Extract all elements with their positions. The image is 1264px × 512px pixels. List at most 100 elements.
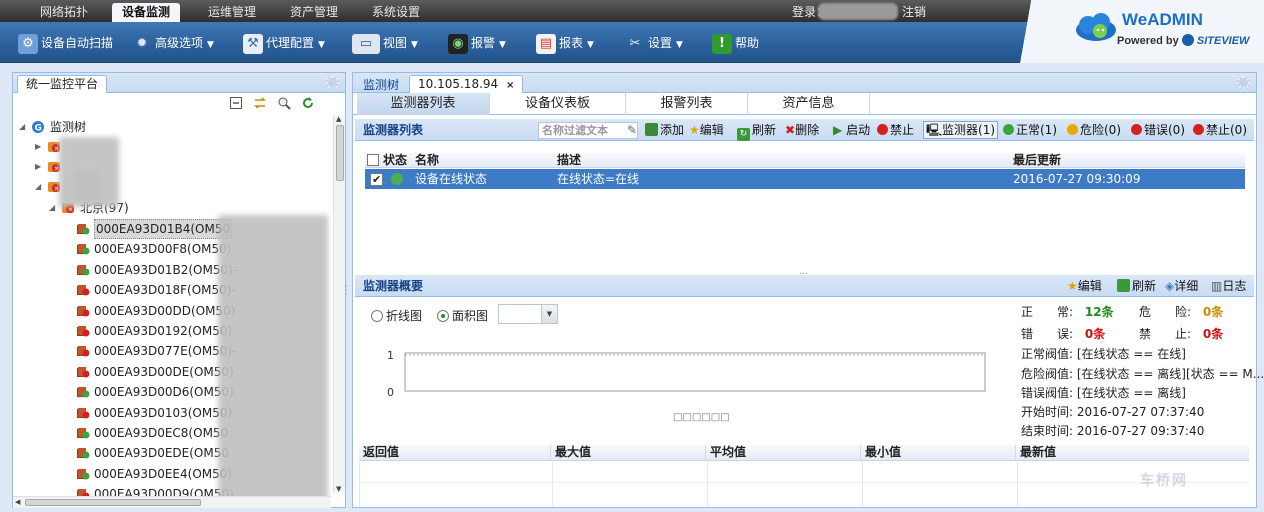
panel-splitter[interactable]: · · ·: [345, 283, 349, 299]
device-error-icon: [75, 324, 90, 338]
tab-asset-info[interactable]: 资产信息: [748, 93, 870, 115]
stat-error-value: 0条: [1084, 327, 1106, 341]
add-button[interactable]: 添加: [645, 119, 684, 141]
panel-settings-icon[interactable]: [1237, 76, 1250, 89]
auto-scan-button[interactable]: ⚙ 设备自动扫描: [18, 31, 113, 55]
disable-label: 禁止: [890, 123, 915, 137]
col-return-value[interactable]: 返回值: [359, 445, 551, 460]
tree-horizontal-scrollbar[interactable]: ◀: [13, 496, 331, 508]
clear-filter-icon[interactable]: ✎: [627, 119, 637, 141]
nav-tab-ops[interactable]: 运维管理: [198, 3, 266, 22]
expand-toggle-icon[interactable]: ◢: [49, 198, 55, 218]
subtab-bar: 监测器列表 设备仪表板 报警列表 资产信息: [353, 93, 1256, 115]
col-status[interactable]: 状态: [383, 153, 407, 168]
select-all-checkbox[interactable]: [367, 154, 379, 166]
panel-settings-icon[interactable]: [326, 76, 339, 89]
settings-button[interactable]: ✂ 设置 ▼: [625, 31, 683, 55]
logout-link[interactable]: 注销: [902, 3, 926, 22]
alarm-button[interactable]: ◉ 报警 ▼: [448, 31, 506, 55]
scroll-thumb[interactable]: [336, 125, 344, 181]
scroll-down-icon[interactable]: ▼: [336, 485, 341, 493]
nav-tab-assets[interactable]: 资产管理: [280, 3, 348, 22]
expand-toggle-icon[interactable]: ◢: [19, 117, 25, 137]
delete-button[interactable]: ✖删除: [785, 119, 819, 141]
log-icon: ▥: [1211, 279, 1223, 293]
refresh-tree-icon[interactable]: [301, 96, 315, 110]
monitor-updated: 2016-07-27 09:30:09: [1013, 172, 1141, 186]
expand-toggle-icon[interactable]: ▶: [35, 157, 41, 177]
add-icon: [645, 123, 658, 136]
filter-forbidden[interactable]: 禁止(0): [1193, 119, 1247, 141]
threshold-value: 2016-07-27 09:37:40: [1076, 424, 1205, 438]
tab-monitor-list[interactable]: 监测器列表: [357, 93, 490, 115]
chevron-down-icon: ▼: [587, 40, 594, 50]
row-checkbox[interactable]: [370, 170, 383, 190]
start-button[interactable]: ▶ 启动: [833, 119, 870, 141]
help-button[interactable]: ! 帮助: [712, 31, 759, 55]
monitor-count-button[interactable]: 🖳监测器(1): [923, 121, 999, 139]
col-avg[interactable]: 平均值: [706, 445, 861, 460]
tab-unified-monitor[interactable]: 统一监控平台: [17, 75, 108, 93]
search-tree-icon[interactable]: [277, 96, 291, 110]
disable-button[interactable]: 禁止: [877, 119, 914, 141]
sync-tree-icon[interactable]: [253, 96, 267, 110]
nav-tab-topology[interactable]: 网络拓扑: [30, 3, 98, 22]
tab-alarm-list[interactable]: 报警列表: [626, 93, 748, 115]
filter-normal[interactable]: 正常(1): [1003, 119, 1057, 141]
table-row[interactable]: 设备在线状态 在线状态=在线 2016-07-27 09:30:09: [365, 169, 1245, 190]
col-latest[interactable]: 最新值: [1016, 445, 1249, 460]
proxy-config-button[interactable]: ⚒ 代理配置 ▼: [243, 31, 325, 55]
y-tick-top: 1: [387, 349, 394, 362]
col-min[interactable]: 最小值: [861, 445, 1016, 460]
start-time: 开始时间: 2016-07-27 07:37:40: [1021, 402, 1204, 422]
tab-device-ip[interactable]: 10.105.18.94 ×: [409, 75, 524, 93]
advanced-options-button[interactable]: ✹ 高级选项 ▼: [132, 31, 214, 55]
col-description[interactable]: 描述: [557, 153, 581, 168]
report-button[interactable]: ▤ 报表 ▼: [536, 31, 594, 55]
summary-edit-button[interactable]: ★编辑: [1067, 275, 1102, 297]
col-name[interactable]: 名称: [415, 153, 439, 168]
line-chart-option[interactable]: 折线图: [371, 307, 422, 324]
area-chart-option[interactable]: 面积图: [437, 307, 488, 324]
area-chart-radio[interactable]: [437, 310, 449, 322]
chevron-down-icon[interactable]: ▼: [541, 305, 557, 323]
col-last-updated[interactable]: 最后更新: [1013, 153, 1061, 168]
refresh-button[interactable]: ↻ 刷新: [737, 119, 776, 141]
scroll-up-icon[interactable]: ▲: [336, 115, 341, 123]
summary-detail-button[interactable]: ◈详细: [1165, 275, 1198, 297]
username-redacted: [818, 3, 898, 20]
tree-node-root[interactable]: ◢ G 监测树: [13, 117, 331, 137]
scroll-left-icon[interactable]: ◀: [15, 498, 20, 506]
chevron-down-icon: ▼: [411, 40, 418, 50]
device-ip-label: 10.105.18.94: [418, 77, 499, 91]
auto-scan-label: 设备自动扫描: [41, 36, 114, 50]
tab-device-dashboard[interactable]: 设备仪表板: [490, 93, 626, 115]
scroll-thumb[interactable]: [25, 499, 201, 506]
summary-refresh-button[interactable]: 刷新: [1117, 275, 1156, 297]
collapse-all-icon[interactable]: [229, 96, 243, 110]
close-icon[interactable]: ×: [506, 80, 514, 91]
name-filter-input[interactable]: 名称过滤文本: [538, 122, 638, 139]
line-chart-radio[interactable]: [371, 310, 383, 322]
col-max[interactable]: 最大值: [551, 445, 706, 460]
filter-danger[interactable]: 危险(0): [1067, 119, 1121, 141]
nav-tab-settings[interactable]: 系统设置: [362, 3, 430, 22]
edit-button[interactable]: ★编辑: [689, 119, 724, 141]
monitor-count-label: 监测器(1): [942, 123, 996, 137]
tree-node-label: 000EA93D0EC8(OM50: [94, 426, 229, 440]
expand-toggle-icon[interactable]: ▶: [35, 137, 41, 157]
stat-forbidden: 禁 止: 0条: [1139, 324, 1223, 344]
chart-field-select[interactable]: ▼: [498, 304, 558, 324]
monitor-summary-header: 监测器概要 ★编辑 刷新 ◈详细 ▥日志: [355, 275, 1254, 297]
view-button[interactable]: ▭ 视图 ▼: [352, 31, 418, 55]
stat-forbidden-label: 禁 止:: [1139, 327, 1192, 341]
edit-label: 编辑: [699, 123, 724, 137]
filter-error[interactable]: 错误(0): [1131, 119, 1185, 141]
device-ok-icon: [75, 467, 90, 481]
summary-log-button[interactable]: ▥日志: [1211, 275, 1246, 297]
expand-toggle-icon[interactable]: ◢: [35, 177, 41, 197]
monitor-list-header: 监测器列表 名称过滤文本 ✎ 添加 ★编辑 ↻ 刷新 ✖删除 ▶ 启动 禁止 🖳监…: [355, 119, 1254, 141]
nav-tab-device-monitor[interactable]: 设备监测: [112, 3, 181, 22]
tree-vertical-scrollbar[interactable]: ▲ ▼: [333, 115, 345, 493]
chevron-down-icon: ▼: [499, 40, 506, 50]
